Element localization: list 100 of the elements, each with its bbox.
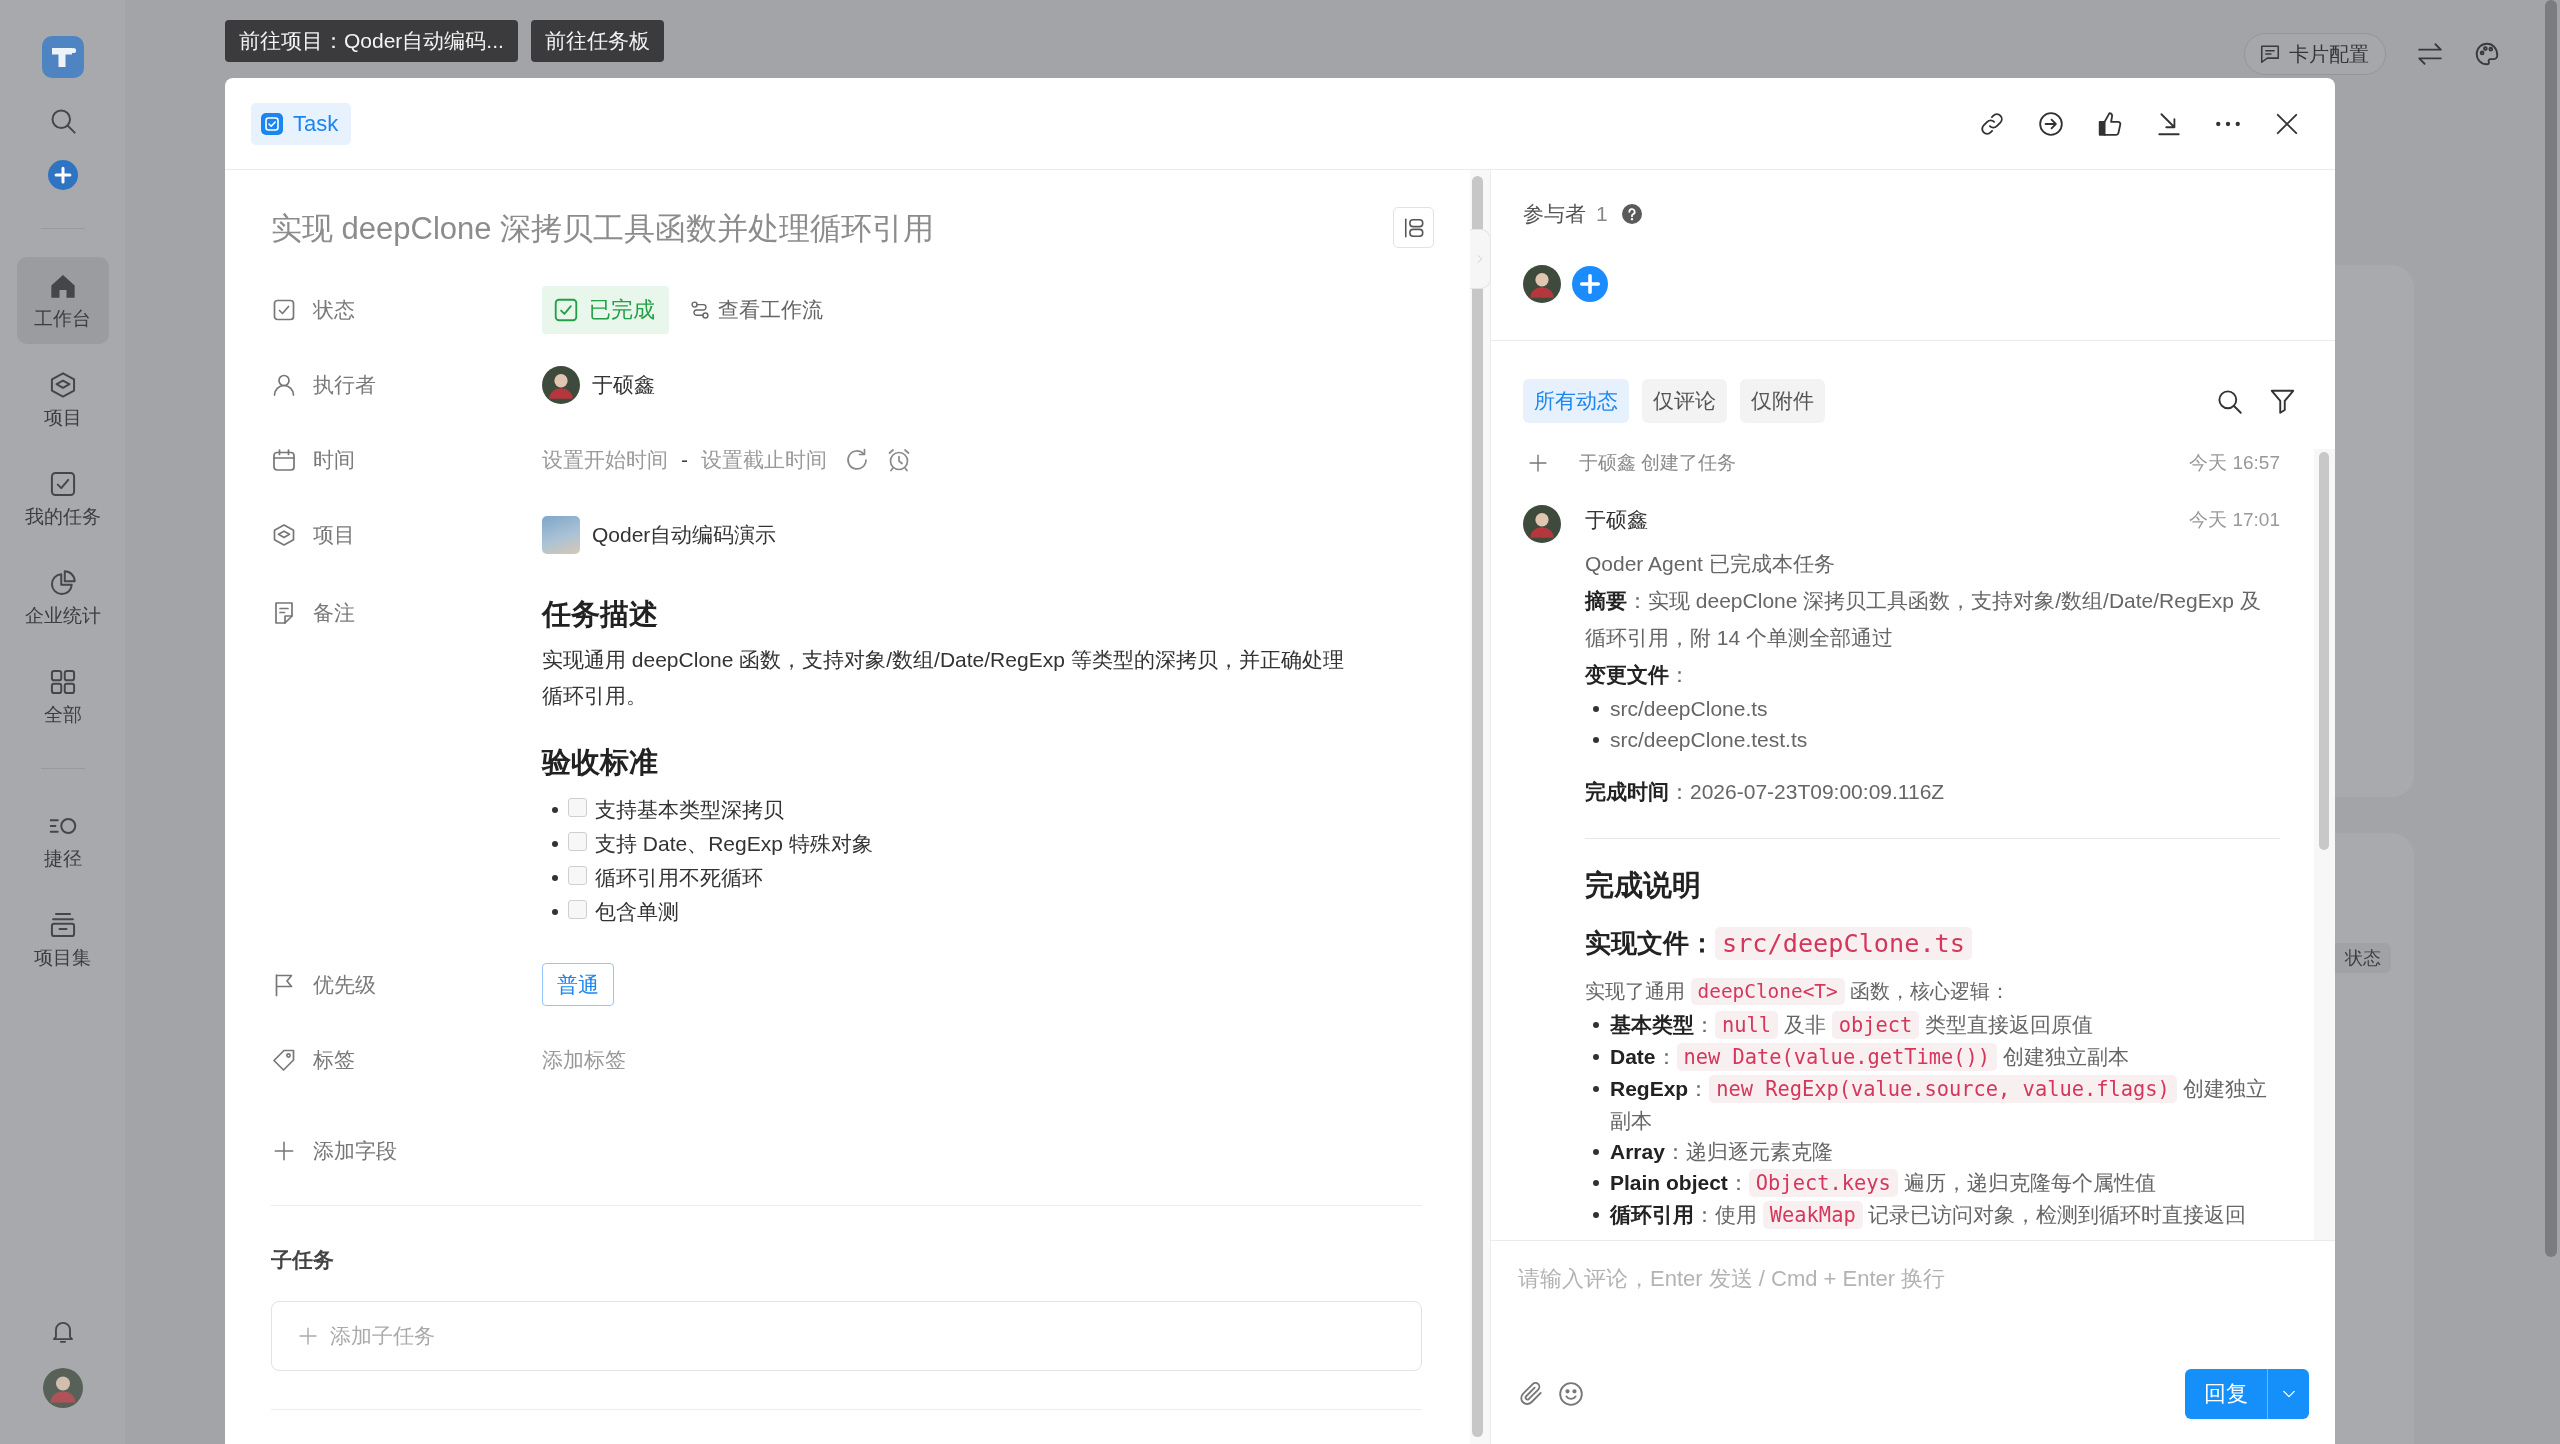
plus-icon: [298, 1326, 318, 1346]
avatar: [1523, 505, 1561, 543]
project-name: Qoder自动编码演示: [592, 521, 777, 548]
checklist-text: 包含单测: [595, 899, 679, 925]
avatar[interactable]: [42, 1368, 83, 1408]
filter-tab[interactable]: 所有动态: [1523, 379, 1629, 423]
bullet-icon: [1593, 1086, 1599, 1092]
field-label: 执行者: [313, 371, 376, 398]
reply-button[interactable]: 回复: [2185, 1369, 2267, 1419]
comment-text: 实现了通用 deepClone<T> 函数，核心逻辑：: [1585, 977, 2012, 1007]
logo-icon[interactable]: [41, 36, 84, 78]
task-title[interactable]: 实现 deepClone 深拷贝工具函数并处理循环引用: [271, 207, 935, 251]
notes-heading: 任务描述: [542, 597, 659, 632]
nav-item[interactable]: 企业统计: [16, 554, 109, 641]
checkbox[interactable]: [568, 831, 587, 851]
add-participant-icon[interactable]: [1572, 266, 1608, 302]
checkbox[interactable]: [568, 865, 587, 885]
list-item-text: 基本类型： null 及非 object 类型直接返回原值: [1610, 1010, 2094, 1041]
field-label: 时间: [313, 446, 355, 473]
avatar: [542, 365, 580, 404]
arrow-to-line-icon[interactable]: [2156, 110, 2182, 137]
bullet-icon: [1593, 706, 1599, 712]
add-subtask-button[interactable]: 添加子任务: [271, 1301, 1422, 1371]
nav-item[interactable]: 工作台: [16, 257, 109, 344]
filter-icon[interactable]: [2269, 387, 2296, 415]
task-icon: [261, 112, 283, 135]
checkbox-icon: [272, 297, 296, 322]
checkbox[interactable]: [568, 899, 587, 919]
list-item-text: src/deepClone.test.ts: [1610, 727, 1808, 753]
checklist-text: 支持 Date、RegExp 特殊对象: [595, 831, 873, 857]
photo-placeholder: [542, 515, 580, 554]
checkbox[interactable]: [568, 797, 587, 817]
start-time-link[interactable]: 设置开始时间: [542, 445, 668, 474]
scrollbar[interactable]: [2545, 0, 2557, 1257]
avatar: [1523, 265, 1561, 303]
flow-icon: [690, 299, 710, 320]
alarm-clock-icon[interactable]: [887, 447, 911, 472]
bullet-icon: [1593, 1212, 1599, 1218]
hexagon-icon: [272, 522, 296, 547]
priority-tag[interactable]: 普通: [542, 963, 614, 1006]
jump-button[interactable]: 前往项目：Qoder自动编码...: [225, 20, 518, 62]
list-item-text: 循环引用：使用 WeakMap 记录已访问对象，检测到循环时直接返回: [1610, 1200, 2247, 1231]
participants-count: 1: [1596, 201, 1608, 227]
plus-icon: [1528, 452, 1548, 473]
arrow-circle-icon[interactable]: [2038, 110, 2064, 137]
scrollbar[interactable]: [1472, 176, 1483, 1437]
field-label: 状态: [313, 296, 355, 323]
list-item-text: src/deepClone.ts: [1610, 696, 1768, 722]
nav-item[interactable]: 项目集: [16, 896, 109, 983]
comment-author: 于硕鑫: [1585, 507, 1648, 533]
status-tag: 状态: [2335, 943, 2391, 973]
comment-text: 摘要：实现 deepClone 深拷贝工具函数，支持对象/数组/Date/RegExp 及循环引用，附 14 个单测全部通过: [1585, 588, 2262, 651]
subtasks-title: 子任务: [271, 1247, 335, 1273]
nav-item[interactable]: 我的任务: [16, 455, 109, 542]
field-label: 备注: [313, 599, 355, 626]
task-type-tag: Task: [251, 102, 352, 145]
bullet-icon: [1593, 1149, 1599, 1155]
nav-item[interactable]: 全部: [16, 653, 109, 740]
field-label: 标签: [313, 1046, 355, 1073]
filter-tab[interactable]: 仅附件: [1740, 379, 1825, 423]
grid-icon: [48, 667, 77, 696]
add-field-button[interactable]: 添加字段: [271, 1113, 397, 1188]
scrollbar[interactable]: [2319, 452, 2329, 850]
collapse-handle[interactable]: [1470, 229, 1491, 289]
bullet-icon: [552, 841, 558, 847]
list-item-text: Array：递归逐元素克隆: [1610, 1139, 1833, 1165]
archive-box-icon: [48, 910, 77, 939]
view-workflow-link[interactable]: 查看工作流: [690, 295, 823, 324]
help-icon[interactable]: [1621, 204, 1642, 224]
list-item-text: RegExp： new RegExp(value.source, value.flags) 创建独立副本: [1610, 1074, 2268, 1134]
status-button[interactable]: 已完成: [542, 285, 669, 334]
search-icon[interactable]: [2216, 387, 2243, 415]
repeat-icon[interactable]: [845, 447, 869, 472]
palette-icon[interactable]: [2474, 41, 2500, 67]
field-label: 项目: [313, 521, 355, 548]
layout-button[interactable]: [1393, 207, 1434, 248]
comment-input[interactable]: 请输入评论，Enter 发送 / Cmd + Enter 换行: [1518, 1263, 2309, 1369]
nav-item[interactable]: 项目: [16, 356, 109, 443]
bullet-icon: [552, 875, 558, 881]
card-config-button[interactable]: 卡片配置: [2244, 33, 2386, 75]
field-label: 优先级: [313, 971, 376, 998]
checklist-text: 支持基本类型深拷贝: [595, 797, 784, 823]
nav-item[interactable]: 捷径: [16, 797, 109, 884]
paperclip-icon[interactable]: [1518, 1381, 1544, 1407]
add-icon[interactable]: [47, 160, 78, 190]
chevron-right-icon: [1475, 252, 1485, 266]
bullet-icon: [1593, 1054, 1599, 1060]
add-tag-link[interactable]: 添加标签: [542, 1045, 626, 1074]
thumbs-up-icon[interactable]: [2097, 110, 2123, 137]
link-icon[interactable]: [1979, 110, 2005, 137]
jump-button[interactable]: 前往任务板: [530, 20, 664, 62]
due-time-link[interactable]: 设置截止时间: [701, 445, 827, 474]
filter-tab[interactable]: 仅评论: [1642, 379, 1727, 423]
plus-icon: [273, 1139, 295, 1162]
comment-text: 完成时间：2026-07-23T09:00:09.116Z: [1585, 779, 1946, 805]
checkbox-icon: [48, 469, 77, 498]
note-icon: [272, 600, 296, 625]
swap-arrows-icon[interactable]: [2417, 41, 2443, 67]
time-separator: -: [681, 447, 688, 472]
smiley-icon[interactable]: [1558, 1381, 1584, 1407]
